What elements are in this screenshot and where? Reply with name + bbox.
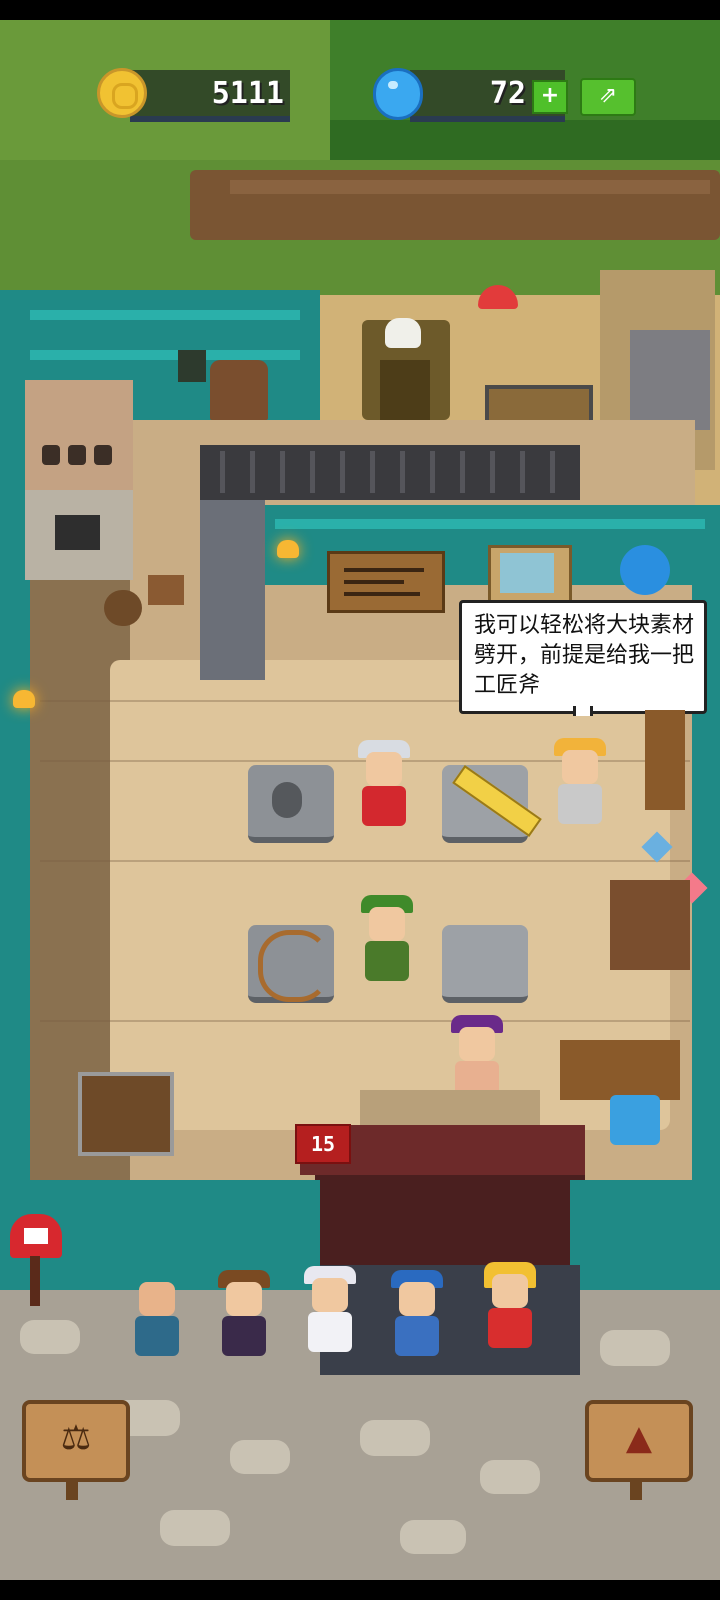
wooden-stairs[interactable] — [610, 880, 690, 970]
navigation-bar — [0, 1580, 720, 1600]
gem-icon — [373, 68, 423, 120]
blue-weapon-icon — [610, 1095, 660, 1145]
dirt-ridge-highlight — [230, 180, 710, 194]
market-button[interactable]: ⚖ — [22, 1400, 130, 1482]
notice-board[interactable] — [327, 551, 445, 613]
worker-knight[interactable] — [352, 740, 416, 848]
customer-blue-cap[interactable] — [385, 1270, 449, 1375]
customer-monk[interactable] — [125, 1270, 189, 1375]
side-door[interactable] — [645, 710, 685, 810]
crystal-ball-icon[interactable] — [620, 545, 670, 595]
coin-icon — [97, 68, 147, 118]
mailbox-post — [30, 1256, 40, 1306]
treasure-chest[interactable] — [78, 1072, 174, 1156]
customer-pirate[interactable] — [212, 1270, 276, 1375]
iron-fence — [200, 445, 580, 500]
lamp-post-icon — [178, 350, 206, 382]
saw-blade — [630, 330, 710, 430]
basket — [104, 590, 142, 626]
scales-icon: ⚖ — [60, 1418, 92, 1458]
weapon-rack[interactable] — [560, 1040, 680, 1100]
level-badge: 15 — [295, 1124, 351, 1164]
coin-amount: 5111 — [211, 76, 284, 111]
furnace-vent — [68, 445, 86, 465]
furnace-vent — [94, 445, 112, 465]
wall-bottom-right — [570, 1180, 720, 1290]
customer-ice-queen[interactable] — [298, 1266, 362, 1374]
add-gems-button[interactable]: + — [532, 80, 568, 114]
speech-bubble[interactable]: 我可以轻松将大块素材劈开，前提是给我一把工匠斧 — [459, 600, 707, 714]
furnace-chimney — [25, 380, 133, 490]
throne-chair[interactable] — [210, 360, 268, 420]
wooden-stool — [148, 575, 184, 605]
status-bar — [0, 0, 720, 20]
torch-icon — [13, 690, 35, 708]
floor-line — [40, 860, 690, 862]
envelope-icon — [24, 1228, 48, 1244]
skull-icon — [385, 318, 421, 348]
tent-icon: ▲ — [625, 1418, 653, 1458]
speech-text: 我可以轻松将大块素材劈开，前提是给我一把工匠斧 — [474, 613, 695, 698]
share-button[interactable]: ⇗ — [580, 78, 636, 116]
gem-bar-underline — [410, 116, 565, 122]
workbench-4[interactable] — [442, 925, 528, 1003]
speech-bubble-tail — [573, 706, 593, 716]
film-icon — [500, 553, 554, 593]
furnace-mouth — [55, 515, 100, 550]
shield-craft-icon — [272, 782, 302, 818]
floor-line — [40, 1020, 690, 1022]
stone-steps — [200, 500, 265, 680]
torch-icon — [277, 540, 299, 558]
gem-amount: 72 — [489, 76, 526, 111]
customer-gold-crown[interactable] — [478, 1262, 542, 1372]
furnace-vent — [42, 445, 60, 465]
worker-archer[interactable] — [355, 895, 419, 1005]
crossbow-icon — [258, 930, 330, 1002]
coin-bar-underline — [130, 116, 290, 122]
worker-straw-hat[interactable] — [548, 738, 612, 846]
expedition-button[interactable]: ▲ — [585, 1400, 693, 1482]
counter-board — [360, 1090, 540, 1130]
tent-door — [380, 360, 430, 420]
